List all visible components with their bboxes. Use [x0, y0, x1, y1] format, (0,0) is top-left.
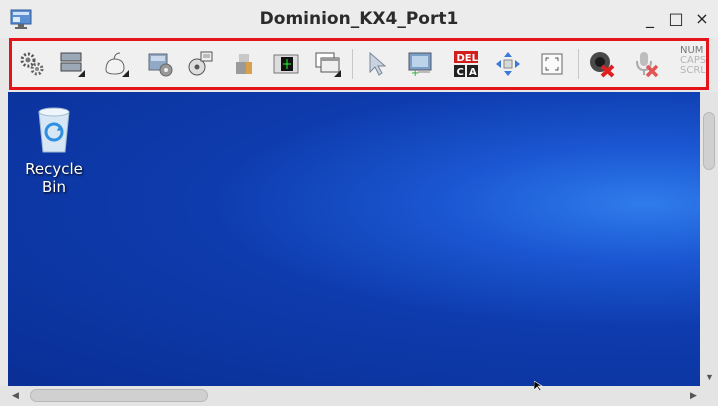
svg-text:+: +: [411, 68, 419, 78]
ctrl-key-label: C: [457, 67, 464, 78]
remote-desktop[interactable]: Recycle Bin: [8, 92, 700, 386]
color-calibration-icon[interactable]: [146, 50, 174, 78]
full-screen-icon[interactable]: [538, 50, 566, 78]
toolbar-separator: [578, 49, 579, 79]
video-settings-icon[interactable]: [58, 50, 86, 78]
vertical-scrollbar[interactable]: ▼: [700, 92, 718, 386]
usb-profile-icon[interactable]: [230, 50, 258, 78]
horizontal-scroll-thumb[interactable]: [30, 389, 208, 402]
mouse-cursor-icon: [534, 381, 544, 391]
scroll-left-arrow-icon[interactable]: ◀: [12, 390, 19, 401]
kvm-toolbar: + DEL C A NUM CAPS SCRL: [9, 38, 709, 90]
maximize-button[interactable]: □: [666, 8, 686, 30]
title-bar: Dominion_KX4_Port1 _ □ ×: [0, 0, 718, 38]
recycle-bin-shortcut[interactable]: Recycle Bin: [16, 106, 92, 196]
mouse-options-icon[interactable]: [102, 50, 130, 78]
auto-sense-video-icon[interactable]: [494, 50, 522, 78]
vertical-scroll-thumb[interactable]: [703, 112, 715, 170]
scroll-lock-indicator: SCRL: [680, 65, 706, 76]
alt-key-label: A: [469, 67, 477, 78]
disconnect-icon[interactable]: [588, 50, 616, 78]
recycle-bin-icon: [38, 107, 70, 153]
connection-properties-icon[interactable]: [18, 50, 46, 78]
recycle-bin-label: Recycle Bin: [25, 160, 83, 196]
horizontal-scrollbar[interactable]: ◀ ▶: [0, 386, 718, 406]
minimize-button[interactable]: _: [640, 8, 660, 30]
lock-key-status: NUM CAPS SCRL: [680, 46, 706, 76]
ctrl-alt-del-icon[interactable]: DEL C A: [452, 50, 480, 78]
scroll-right-arrow-icon[interactable]: ▶: [690, 390, 697, 401]
scroll-down-arrow-icon[interactable]: ▼: [705, 372, 714, 382]
pointer-icon[interactable]: [364, 50, 392, 78]
window-title: Dominion_KX4_Port1: [259, 9, 459, 29]
audio-icon[interactable]: [272, 50, 300, 78]
toolbar-separator: [352, 49, 353, 79]
ctrl-alt-del-top-label: DEL: [457, 53, 479, 64]
microphone-off-icon[interactable]: [632, 50, 660, 78]
smart-card-icon[interactable]: +: [406, 50, 434, 78]
close-button[interactable]: ×: [692, 8, 712, 30]
single-cursor-icon[interactable]: [314, 50, 342, 78]
virtual-media-icon[interactable]: [186, 50, 214, 78]
